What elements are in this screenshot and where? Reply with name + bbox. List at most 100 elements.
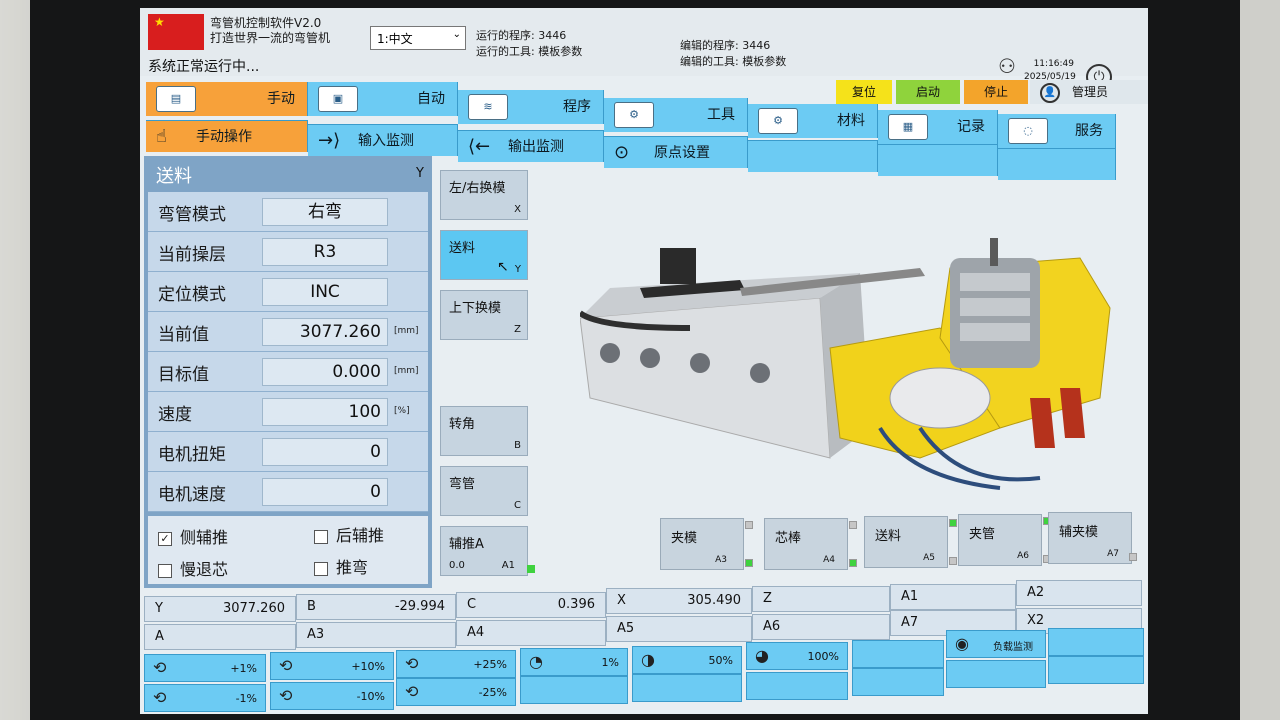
checkbox-side-push[interactable]: ✓ 侧辅推 [158, 524, 228, 548]
panel-axis: Y [416, 166, 424, 181]
param-row-motor-speed: 电机速度 0 [148, 472, 428, 512]
current-value: 3077.260 [262, 318, 388, 346]
axis-button-a1[interactable]: 辅推A 0.0 A1 [440, 526, 535, 576]
param-row-target-value: 目标值 0.000 [mm] [148, 352, 428, 392]
hand-icon: ☝ [156, 126, 167, 147]
override-minus-25[interactable]: ⟲ -25% [396, 678, 516, 706]
override-plus-10[interactable]: ⟲ +10% [270, 652, 394, 680]
option-checkboxes: ✓ 侧辅推 后辅推 慢退芯 推弯 [148, 516, 428, 584]
axis-parameter-panel: 送料 Y 弯管模式 右弯 当前操层 R3 定位模式 INC 当前值 3077.2… [144, 156, 432, 588]
empty-button-3 [520, 676, 628, 704]
stop-button[interactable]: 停止 [964, 80, 1028, 104]
panel-header: 送料 Y [144, 156, 432, 192]
param-row-layer: 当前操层 R3 [148, 232, 428, 272]
subtab-output-monitor[interactable]: ⟨← 输出监测 [458, 130, 604, 162]
subtab-empty-2 [878, 144, 998, 176]
override-minus-10[interactable]: ⟲ -10% [270, 682, 394, 710]
tab-program[interactable]: ≋ 程序 [458, 90, 604, 124]
network-icon: ⚇ [998, 54, 1016, 78]
gauge-icon: ◑ [641, 650, 655, 669]
axis-button-z[interactable]: 上下换模 Z [440, 290, 528, 340]
status-led [949, 519, 957, 527]
status-led [849, 559, 857, 567]
edit-info: 编辑的程序: 3446 编辑的工具: 模板参数 [680, 39, 787, 68]
button-mandrel[interactable]: 芯棒 A4 [764, 518, 857, 570]
arrow-in-icon: →⟩ [318, 130, 341, 151]
panel-title: 送料 [156, 166, 192, 187]
service-icon: ◌ [1008, 118, 1048, 144]
pos-a3: A3 [296, 622, 456, 648]
subtab-input-monitor[interactable]: →⟩ 输入监测 [308, 124, 458, 156]
empty-button-7 [946, 660, 1046, 688]
motor-speed-value: 0 [262, 478, 388, 506]
status-led [745, 559, 753, 567]
language-select[interactable]: 1:中文 ⌄ [370, 26, 466, 50]
pipe-bender-illustration [580, 238, 1111, 490]
reset-button[interactable]: 复位 [836, 80, 892, 104]
app-title-name: 弯管机控制软件V2.0 [210, 16, 322, 30]
load-monitor-button[interactable]: ◉ 负载监测 [946, 630, 1046, 658]
button-aux-clamp-die[interactable]: 辅夹模 A7 [1048, 512, 1137, 564]
pos-a5: A5 [606, 616, 752, 642]
speed-1-percent[interactable]: ◔ 1% [520, 648, 628, 676]
cursor-icon: ↖ [497, 259, 509, 275]
speed-adjust-icon: ⟲ [279, 656, 293, 675]
bend-mode-value[interactable]: 右弯 [262, 198, 388, 226]
button-feed[interactable]: 送料 A5 [864, 516, 957, 568]
checkbox-push-bend[interactable]: 推弯 [314, 554, 368, 578]
tool-gear-icon: ⚙ [614, 102, 654, 128]
run-info: 运行的程序: 3446 运行的工具: 模板参数 [476, 29, 583, 58]
china-flag-icon: ★ [148, 14, 204, 50]
axis-button-y[interactable]: 送料 Y ↖ [440, 230, 528, 280]
target-value-input[interactable]: 0.000 [262, 358, 388, 386]
tab-auto[interactable]: ▣ 自动 [308, 82, 458, 116]
param-row-motor-torque: 电机扭矩 0 [148, 432, 428, 472]
button-clamp-die[interactable]: 夹模 A3 [660, 518, 753, 570]
system-status: 系统正常运行中... [148, 59, 260, 75]
tab-tool[interactable]: ⚙ 工具 [604, 98, 748, 132]
button-pipe-clamp[interactable]: 夹管 A6 [958, 514, 1051, 566]
speed-adjust-icon: ⟲ [153, 658, 167, 677]
subtab-empty-3 [998, 148, 1116, 180]
pos-a4: A4 [456, 620, 606, 646]
tab-material[interactable]: ⚙ 材料 [748, 104, 878, 138]
empty-button-5 [746, 672, 848, 700]
status-led [527, 565, 535, 573]
subtab-manual-operation[interactable]: ☝ 手动操作 [146, 120, 308, 152]
layer-value[interactable]: R3 [262, 238, 388, 266]
override-plus-25[interactable]: ⟲ +25% [396, 650, 516, 678]
speed-50-percent[interactable]: ◑ 50% [632, 646, 742, 674]
param-row-position-mode: 定位模式 INC [148, 272, 428, 312]
empty-button-4 [632, 674, 742, 702]
speed-100-percent[interactable]: ◕ 100% [746, 642, 848, 670]
admin-button[interactable]: 👤 管理员 [1030, 80, 1148, 104]
speed-adjust-icon: ⟲ [405, 682, 419, 701]
gauge-icon: ◔ [529, 652, 543, 671]
target-icon: ⊙ [614, 142, 630, 163]
pos-b: B -29.994 [296, 594, 456, 620]
subtab-origin-setting[interactable]: ⊙ 原点设置 [604, 136, 748, 168]
motor-torque-value: 0 [262, 438, 388, 466]
checkbox-slow-core-retract[interactable]: 慢退芯 [158, 556, 228, 580]
tab-manual[interactable]: ▤ 手动 [146, 82, 308, 116]
empty-button-1 [852, 640, 944, 668]
gauge-icon: ◕ [755, 646, 769, 665]
app-title: 弯管机控制软件V2.0 打造世界一流的弯管机 [210, 16, 330, 46]
axis-button-x[interactable]: 左/右换模 X [440, 170, 528, 220]
override-minus-1[interactable]: ⟲ -1% [144, 684, 266, 712]
tab-service[interactable]: ◌ 服务 [998, 114, 1116, 148]
material-gear-icon: ⚙ [758, 108, 798, 134]
speed-input[interactable]: 100 [262, 398, 388, 426]
pos-c: C 0.396 [456, 592, 606, 618]
checkbox-rear-push[interactable]: 后辅推 [314, 522, 384, 546]
position-mode-value[interactable]: INC [262, 278, 388, 306]
user-icon: 👤 [1040, 82, 1060, 103]
start-button[interactable]: 启动 [896, 80, 960, 104]
speed-adjust-icon: ⟲ [405, 654, 419, 673]
speed-adjust-icon: ⟲ [279, 686, 293, 705]
axis-button-b[interactable]: 转角 B [440, 406, 528, 456]
empty-button-2 [1048, 628, 1144, 656]
tab-record[interactable]: ▦ 记录 [878, 110, 998, 144]
axis-button-c[interactable]: 弯管 C [440, 466, 528, 516]
override-plus-1[interactable]: ⟲ +1% [144, 654, 266, 682]
